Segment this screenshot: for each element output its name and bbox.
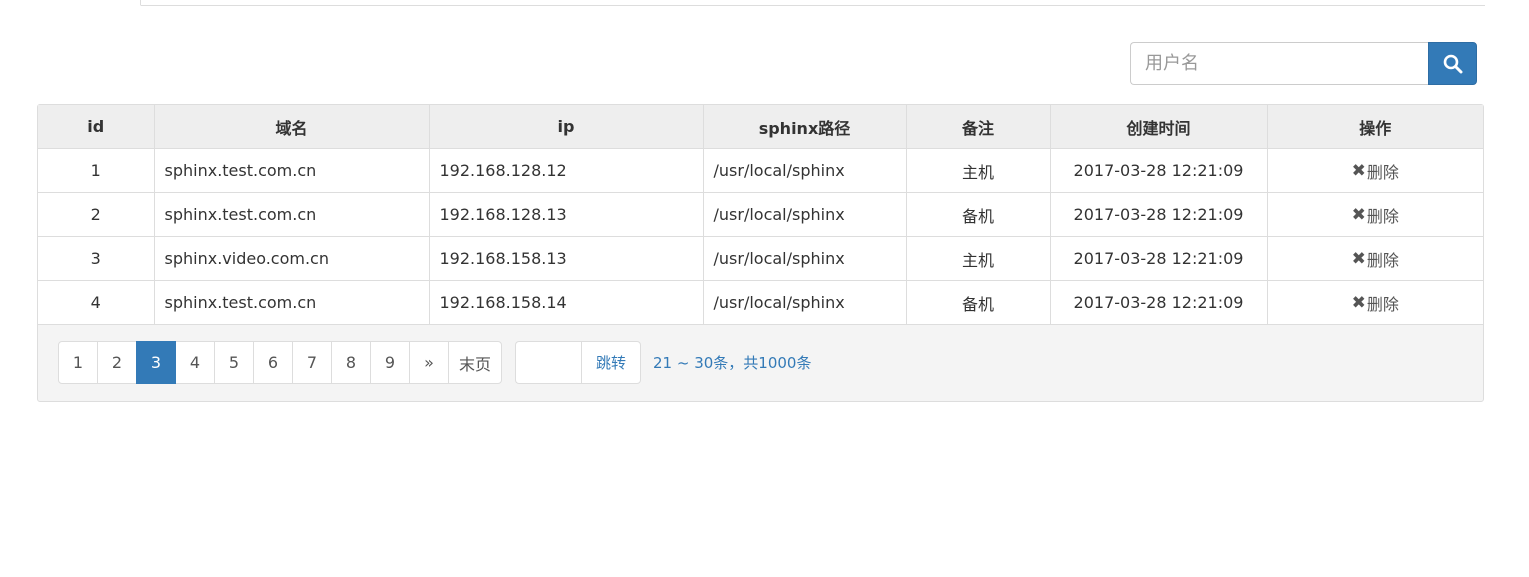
column-header-path: sphinx路径: [702, 105, 907, 149]
delete-label: 删除: [1366, 250, 1399, 270]
delete-label: 删除: [1366, 294, 1399, 314]
delete-button[interactable]: ✖ 删除: [1352, 203, 1399, 227]
page-link-1[interactable]: 1: [58, 341, 98, 384]
cell-note: 备机: [905, 280, 1051, 325]
page-link-9[interactable]: 9: [370, 341, 410, 384]
last-page-button[interactable]: 末页: [448, 341, 503, 384]
pagination: 1 2 3 4 5 6 7 8 9 » 末页 跳转 21 ~ 30条，共1000…: [58, 341, 811, 384]
table-row: 4 sphinx.test.com.cn 192.168.158.14 /usr…: [38, 280, 1483, 325]
cell-action: ✖ 删除: [1266, 148, 1483, 193]
page-link-8[interactable]: 8: [331, 341, 371, 384]
cell-domain: sphinx.test.com.cn: [153, 192, 430, 237]
cell-domain: sphinx.test.com.cn: [153, 280, 430, 325]
table-panel: id 域名 ip sphinx路径 备注 创建时间 操作 1 sphinx.te…: [37, 104, 1484, 402]
cell-note: 备机: [905, 192, 1051, 237]
cell-ip: 192.168.128.12: [428, 148, 704, 193]
cell-ip: 192.168.158.14: [428, 280, 704, 325]
column-header-domain: 域名: [153, 105, 430, 149]
cell-created: 2017-03-28 12:21:09: [1049, 280, 1268, 325]
jump-button[interactable]: 跳转: [581, 341, 642, 384]
column-header-id: id: [38, 105, 155, 149]
tab-bar: [38, 0, 1485, 6]
search-input[interactable]: [1130, 42, 1428, 85]
page-link-7[interactable]: 7: [292, 341, 332, 384]
page-link-2[interactable]: 2: [97, 341, 137, 384]
pagination-info: 21 ~ 30条，共1000条: [653, 354, 812, 372]
page-links: 1 2 3 4 5 6 7 8 9 » 末页: [58, 341, 503, 384]
page-link-4[interactable]: 4: [175, 341, 215, 384]
cell-id: 3: [38, 236, 155, 281]
cell-domain: sphinx.video.com.cn: [153, 236, 430, 281]
close-icon: ✖: [1351, 292, 1366, 313]
column-header-action: 操作: [1266, 105, 1483, 149]
search-icon: [1443, 54, 1462, 73]
cell-created: 2017-03-28 12:21:09: [1049, 236, 1268, 281]
cell-action: ✖ 删除: [1266, 236, 1483, 281]
cell-action: ✖ 删除: [1266, 280, 1483, 325]
delete-button[interactable]: ✖ 删除: [1352, 291, 1399, 315]
cell-path: /usr/local/sphinx: [702, 148, 907, 193]
page-jump-input[interactable]: [515, 341, 582, 384]
table-header-row: id 域名 ip sphinx路径 备注 创建时间 操作: [38, 105, 1483, 149]
cell-note: 主机: [905, 148, 1051, 193]
page-jump: 跳转: [515, 341, 642, 384]
delete-label: 删除: [1366, 206, 1399, 226]
data-table: id 域名 ip sphinx路径 备注 创建时间 操作 1 sphinx.te…: [38, 105, 1483, 325]
cell-id: 1: [38, 148, 155, 193]
cell-path: /usr/local/sphinx: [702, 236, 907, 281]
cell-ip: 192.168.128.13: [428, 192, 704, 237]
column-header-note: 备注: [905, 105, 1051, 149]
column-header-ip: ip: [428, 105, 704, 149]
table-row: 1 sphinx.test.com.cn 192.168.128.12 /usr…: [38, 148, 1483, 193]
delete-button[interactable]: ✖ 删除: [1352, 159, 1399, 183]
search-group: [1130, 42, 1477, 85]
close-icon: ✖: [1351, 204, 1366, 225]
page-link-3[interactable]: 3: [136, 341, 176, 384]
cell-path: /usr/local/sphinx: [702, 192, 907, 237]
cell-created: 2017-03-28 12:21:09: [1049, 148, 1268, 193]
cell-action: ✖ 删除: [1266, 192, 1483, 237]
close-icon: ✖: [1351, 160, 1366, 181]
next-page-button[interactable]: »: [409, 341, 449, 384]
page-link-5[interactable]: 5: [214, 341, 254, 384]
cell-domain: sphinx.test.com.cn: [153, 148, 430, 193]
cell-ip: 192.168.158.13: [428, 236, 704, 281]
cell-created: 2017-03-28 12:21:09: [1049, 192, 1268, 237]
cell-path: /usr/local/sphinx: [702, 280, 907, 325]
page-link-6[interactable]: 6: [253, 341, 293, 384]
delete-button[interactable]: ✖ 删除: [1352, 247, 1399, 271]
close-icon: ✖: [1351, 248, 1366, 269]
cell-id: 4: [38, 280, 155, 325]
table-row: 3 sphinx.video.com.cn 192.168.158.13 /us…: [38, 236, 1483, 281]
search-button[interactable]: [1428, 42, 1477, 85]
active-tab[interactable]: [38, 0, 141, 6]
column-header-created: 创建时间: [1049, 105, 1268, 149]
table-row: 2 sphinx.test.com.cn 192.168.128.13 /usr…: [38, 192, 1483, 237]
cell-note: 主机: [905, 236, 1051, 281]
delete-label: 删除: [1366, 162, 1399, 182]
cell-id: 2: [38, 192, 155, 237]
